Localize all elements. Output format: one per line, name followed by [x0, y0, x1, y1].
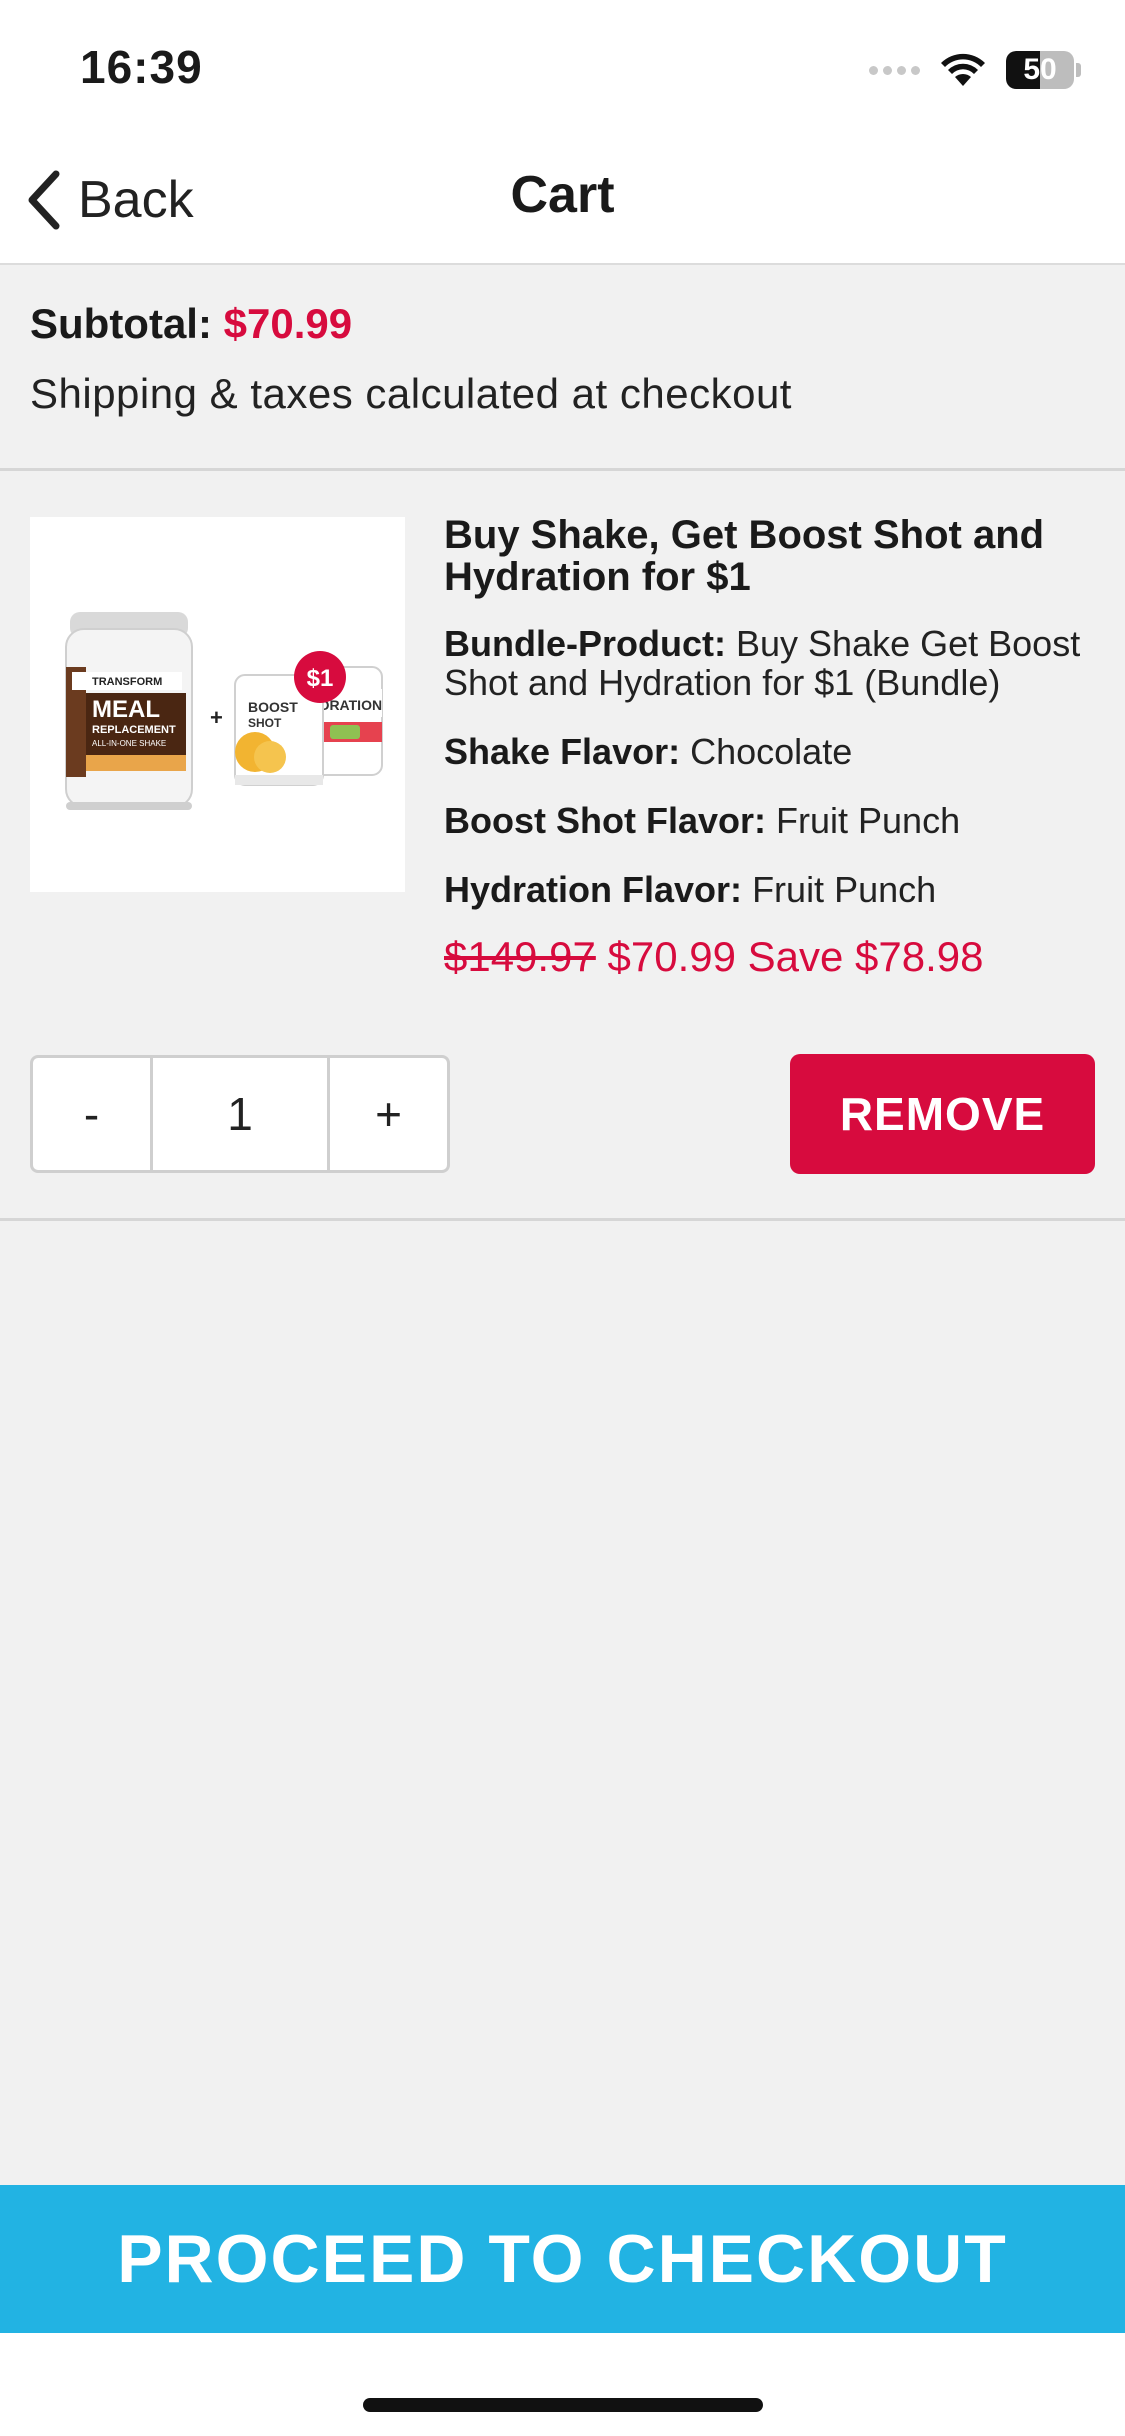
- decrement-button[interactable]: -: [33, 1058, 150, 1170]
- attribute-value: Fruit Punch: [752, 869, 937, 910]
- increment-button[interactable]: +: [330, 1058, 447, 1170]
- cart-summary: Subtotal: $70.99 Shipping & taxes calcul…: [30, 300, 1095, 418]
- brand-text: TRANSFORM: [92, 676, 162, 688]
- original-price: $149.97: [444, 933, 596, 980]
- attribute-boost-shot-flavor: Boost Shot Flavor: Fruit Punch: [444, 801, 1099, 840]
- shake-subtext: ALL-IN-ONE SHAKE: [92, 739, 166, 748]
- product-image[interactable]: TRANSFORM MEAL REPLACEMENT ALL-IN-ONE SH…: [30, 517, 405, 892]
- sale-price: $70.99: [607, 933, 736, 980]
- attribute-hydration-flavor: Hydration Flavor: Fruit Punch: [444, 870, 1099, 909]
- subtotal-label: Subtotal:: [30, 300, 212, 347]
- wifi-icon: [941, 53, 985, 86]
- battery-level: 50: [1006, 51, 1074, 89]
- savings: Save $78.98: [747, 933, 984, 980]
- home-indicator[interactable]: [363, 2398, 763, 2412]
- proceed-to-checkout-button[interactable]: PROCEED TO CHECKOUT: [0, 2185, 1125, 2333]
- svg-text:+: +: [210, 705, 223, 730]
- attribute-value: Fruit Punch: [776, 800, 961, 841]
- divider: [0, 1218, 1125, 1221]
- divider: [0, 468, 1125, 471]
- battery-icon: 50: [1006, 51, 1081, 89]
- price-line: $149.97 $70.99 Save $78.98: [444, 933, 1099, 981]
- attribute-bundle-product: Bundle-Product: Buy Shake Get Boost Shot…: [444, 624, 1099, 702]
- battery-nub: [1076, 63, 1081, 77]
- status-time: 16:39: [80, 41, 203, 93]
- product-title: Buy Shake, Get Boost Shot and Hydration …: [444, 513, 1045, 599]
- subtotal-value: $70.99: [223, 300, 353, 347]
- attribute-label: Boost Shot Flavor:: [444, 800, 766, 841]
- meal-text: MEAL: [92, 696, 160, 723]
- bottom-safe-area: [0, 2333, 1125, 2436]
- status-bar: 16:39 50: [0, 0, 1125, 135]
- attribute-label: Shake Flavor:: [444, 731, 681, 772]
- quantity-value[interactable]: 1: [150, 1058, 330, 1170]
- bundle-product-illustration: TRANSFORM MEAL REPLACEMENT ALL-IN-ONE SH…: [65, 612, 383, 810]
- boost-text: BOOST: [248, 699, 298, 715]
- remove-button[interactable]: REMOVE: [790, 1054, 1095, 1174]
- cellular-signal-icon: [869, 65, 920, 75]
- subtotal: Subtotal: $70.99: [30, 300, 1095, 348]
- shipping-note: Shipping & taxes calculated at checkout: [30, 370, 792, 417]
- attribute-label: Hydration Flavor:: [444, 869, 743, 910]
- attribute-label: Bundle-Product:: [444, 623, 726, 664]
- attribute-shake-flavor: Shake Flavor: Chocolate: [444, 732, 1099, 771]
- shot-text: SHOT: [248, 716, 282, 730]
- replacement-text: REPLACEMENT: [92, 724, 176, 736]
- page-title: Cart: [510, 166, 615, 224]
- status-icons: 50: [869, 48, 1081, 92]
- cart-item-details: Buy Shake, Get Boost Shot and Hydration …: [444, 514, 1099, 981]
- battery-percentage: 50: [1023, 53, 1057, 86]
- attribute-value: Chocolate: [690, 731, 853, 772]
- nav-bar: Back Cart: [0, 135, 1125, 265]
- price-badge: $1: [307, 665, 334, 692]
- quantity-stepper: - 1 +: [30, 1055, 450, 1173]
